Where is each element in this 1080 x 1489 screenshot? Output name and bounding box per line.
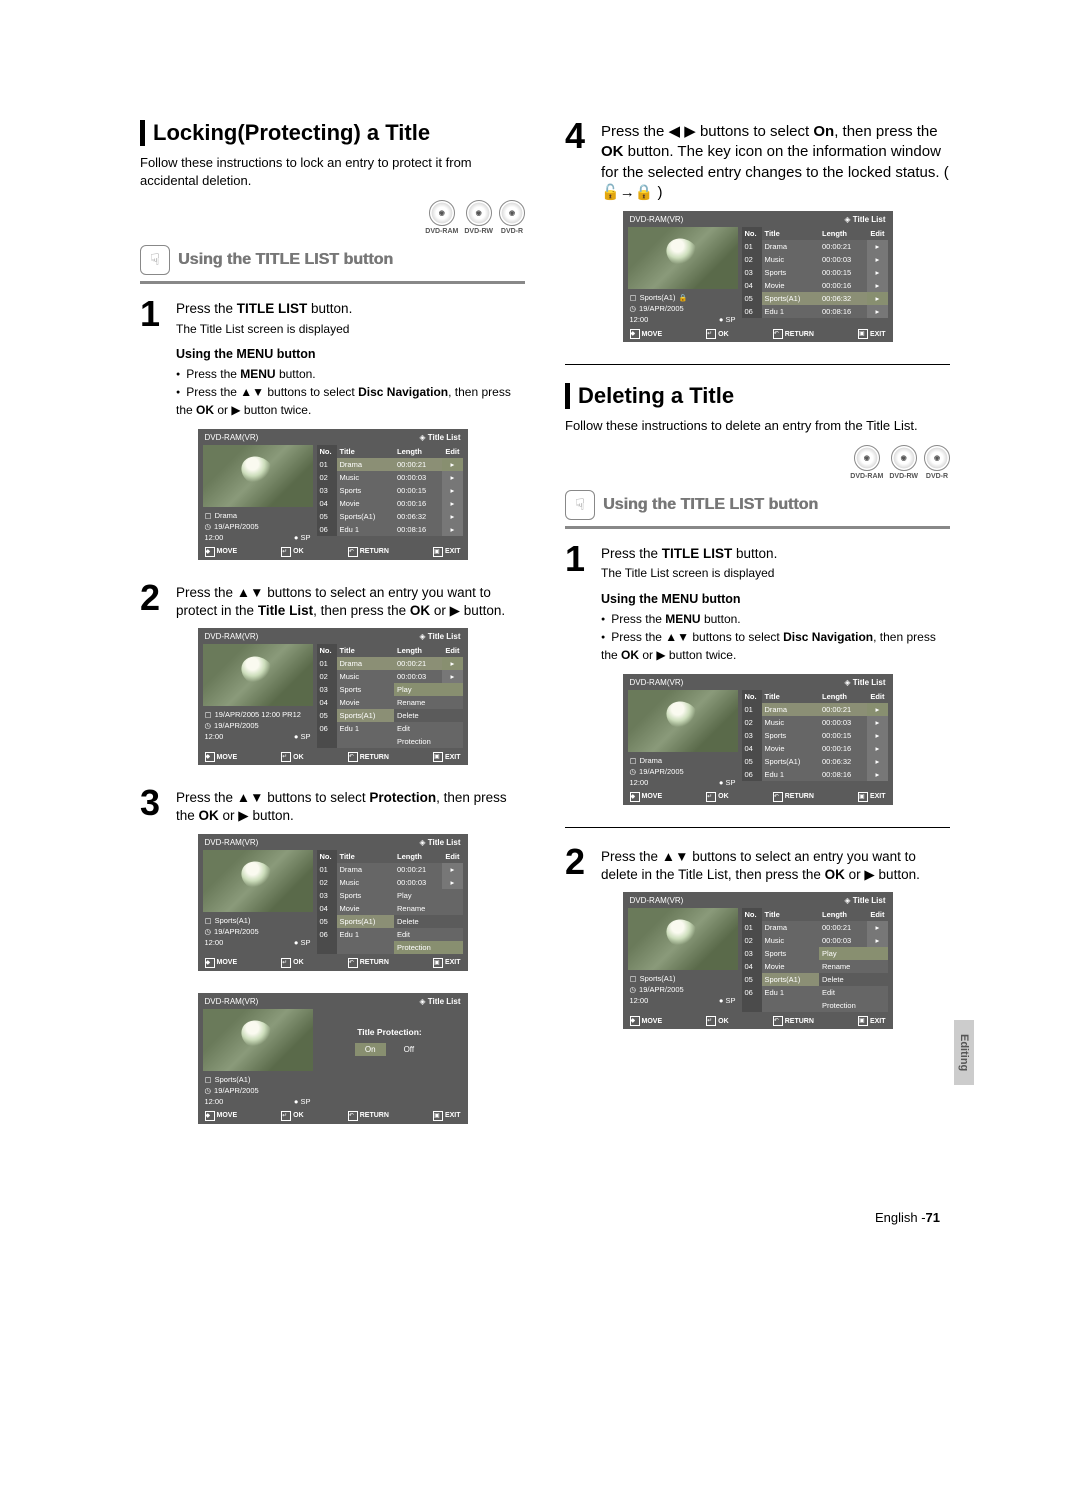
step-text: Press the ◀ ▶ buttons to select On, then… — [601, 120, 950, 203]
step-1: 1 Press the TITLE LIST button. The Title… — [140, 298, 525, 336]
bullet-disc-nav: Press the ▲▼ buttons to select Disc Navi… — [176, 383, 525, 419]
bullet-disc-nav: Press the ▲▼ buttons to select Disc Navi… — [601, 628, 950, 664]
menu-button-title: Using the MENU button — [176, 347, 525, 361]
menu-button-title: Using the MENU button — [601, 592, 950, 606]
disc-icon: ◉ — [499, 200, 525, 226]
step-text: Press the ▲▼ buttons to select an entry … — [601, 846, 950, 884]
disc-icon: ◉ — [854, 445, 880, 471]
left-column: Locking(Protecting) a Title Follow these… — [140, 120, 525, 1146]
page-footer: English -71 — [0, 1206, 1080, 1265]
preview-image — [203, 445, 313, 507]
section-title-deleting: Deleting a Title — [565, 383, 950, 409]
divider — [565, 827, 950, 828]
ui-title-list-2: DVD-RAM(VR)◈ Title List ▢ 19/APR/2005 12… — [198, 628, 468, 765]
step-1-delete: 1 Press the TITLE LIST button. The Title… — [565, 543, 950, 581]
bullet-press-menu: Press the MENU button. — [601, 610, 950, 628]
ui-title-protection: DVD-RAM(VR)◈ Title List ▢ Sports(A1) ◷ 1… — [198, 993, 468, 1124]
on-off-row: On Off — [317, 1043, 463, 1074]
side-tab-editing: Editing — [954, 1020, 974, 1085]
preview-image — [628, 690, 738, 752]
ui-title-list-1: DVD-RAM(VR)◈ Title List ▢ Drama ◷ 19/APR… — [198, 429, 468, 560]
table-row: 04Movie00:00:16▸ — [317, 497, 463, 510]
ui-title-list-3: DVD-RAM(VR)◈ Title List ▢ Sports(A1) ◷ 1… — [198, 834, 468, 971]
divider — [565, 364, 950, 365]
badge-dvd-ram: ◉DVD-RAM — [850, 445, 883, 480]
hand-icon: ☟ — [565, 490, 595, 520]
hand-icon: ☟ — [140, 245, 170, 275]
subheading-title-list: Using the TITLE LIST button — [178, 251, 393, 269]
menu-bullets: Press the MENU button. Press the ▲▼ butt… — [176, 365, 525, 419]
section-intro: Follow these instructions to lock an ent… — [140, 154, 525, 190]
right-column: 4 Press the ◀ ▶ buttons to select On, th… — [565, 120, 950, 1146]
subheading-title-list: Using the TITLE LIST button — [603, 496, 818, 514]
table-row: 01Drama00:00:21▸ — [317, 458, 463, 471]
step-number: 2 — [565, 846, 591, 884]
disc-icon: ◉ — [891, 445, 917, 471]
step-4: 4 Press the ◀ ▶ buttons to select On, th… — [565, 120, 950, 203]
step-number: 1 — [140, 298, 166, 336]
preview-image — [628, 227, 738, 289]
section-intro: Follow these instructions to delete an e… — [565, 417, 950, 435]
badge-dvd-rw: ◉DVD-RW — [464, 200, 493, 235]
protection-label: Title Protection: — [317, 1009, 463, 1043]
ui-title-list-delete-2: DVD-RAM(VR)◈ Title List ▢ Sports(A1) ◷ 1… — [623, 892, 893, 1029]
section-title-locking: Locking(Protecting) a Title — [140, 120, 525, 146]
table-row: 03Sports00:00:15▸ — [317, 484, 463, 497]
lock-icon: 🔒 — [678, 294, 687, 302]
step-text: Press the ▲▼ buttons to select Protectio… — [176, 787, 525, 825]
disc-icon: ◉ — [466, 200, 492, 226]
bullet-press-menu: Press the MENU button. — [176, 365, 525, 383]
badge-dvd-ram: ◉DVD-RAM — [425, 200, 458, 235]
ui-title-list-delete-1: DVD-RAM(VR)◈ Title List ▢ Drama ◷ 19/APR… — [623, 674, 893, 805]
lock-icon: 🔒 — [635, 184, 654, 201]
ui-title-list-locked: DVD-RAM(VR)◈ Title List ▢ Sports(A1) 🔒 ◷… — [623, 211, 893, 342]
preview-image — [203, 644, 313, 706]
off-button[interactable]: Off — [394, 1043, 425, 1056]
subheading-row: ☟ Using the TITLE LIST button — [565, 490, 950, 529]
page-content: Locking(Protecting) a Title Follow these… — [0, 0, 1080, 1206]
step-2: 2 Press the ▲▼ buttons to select an entr… — [140, 582, 525, 620]
step-number: 2 — [140, 582, 166, 620]
step-text: Press the TITLE LIST button. The Title L… — [601, 543, 777, 581]
step-number: 1 — [565, 543, 591, 581]
unlock-icon: 🔓 — [601, 184, 620, 201]
disc-icon: ◉ — [429, 200, 455, 226]
disc-badges: ◉DVD-RAM ◉DVD-RW ◉DVD-R — [565, 445, 950, 480]
step-number: 3 — [140, 787, 166, 825]
step-3: 3 Press the ▲▼ buttons to select Protect… — [140, 787, 525, 825]
disc-badges: ◉DVD-RAM ◉DVD-RW ◉DVD-R — [140, 200, 525, 235]
title-list-table: No.TitleLengthEdit 01Drama00:00:21▸ 02Mu… — [317, 445, 463, 536]
subheading-row: ☟ Using the TITLE LIST button — [140, 245, 525, 284]
preview-image — [628, 908, 738, 970]
table-row: 02Music00:00:03▸ — [317, 471, 463, 484]
preview-image — [203, 1009, 313, 1071]
step-2-delete: 2 Press the ▲▼ buttons to select an entr… — [565, 846, 950, 884]
preview-image — [203, 850, 313, 912]
badge-dvd-r: ◉DVD-R — [499, 200, 525, 235]
step-number: 4 — [565, 120, 591, 203]
table-row: 05Sports(A1)00:06:32▸ — [317, 510, 463, 523]
table-row: 06Edu 100:08:16▸ — [317, 523, 463, 536]
step-text: Press the ▲▼ buttons to select an entry … — [176, 582, 525, 620]
disc-icon: ◉ — [924, 445, 950, 471]
step-text: Press the TITLE LIST button. The Title L… — [176, 298, 352, 336]
on-button[interactable]: On — [355, 1043, 386, 1056]
badge-dvd-r: ◉DVD-R — [924, 445, 950, 480]
badge-dvd-rw: ◉DVD-RW — [889, 445, 918, 480]
menu-bullets: Press the MENU button. Press the ▲▼ butt… — [601, 610, 950, 664]
